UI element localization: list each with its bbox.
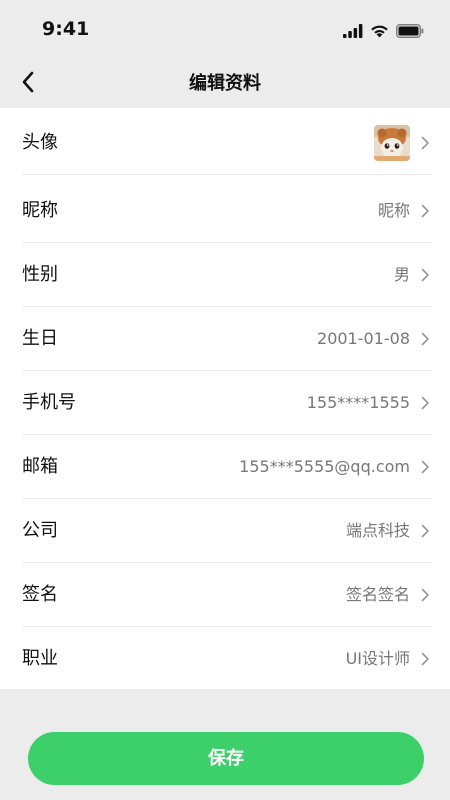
page-title: 编辑资料	[189, 73, 261, 94]
row-label: 手机号	[22, 392, 76, 413]
row-label: 昵称	[22, 200, 58, 221]
row-phone[interactable]: 手机号 155****1555	[0, 371, 450, 435]
row-value: 155****1555	[306, 393, 410, 412]
nav-bar: 编辑资料	[0, 56, 450, 108]
row-value: 端点科技	[345, 521, 410, 540]
row-label: 生日	[22, 328, 58, 349]
row-email[interactable]: 邮箱 155***5555@qq.com	[0, 435, 450, 499]
chevron-right-icon	[421, 268, 429, 282]
row-value: 155***5555@qq.com	[239, 457, 410, 476]
row-label: 签名	[22, 584, 58, 605]
row-gender[interactable]: 性别 男	[0, 243, 450, 307]
row-label: 公司	[22, 520, 58, 541]
status-bar: 9:41	[0, 0, 450, 56]
row-value: 签名签名	[345, 585, 410, 604]
signal-icon	[343, 24, 363, 38]
row-occupation[interactable]: 职业 UI设计师	[0, 627, 450, 691]
chevron-right-icon	[421, 332, 429, 346]
chevron-right-icon	[421, 524, 429, 538]
battery-icon	[396, 24, 424, 38]
chevron-right-icon	[421, 652, 429, 666]
status-icons	[343, 20, 424, 38]
divider	[22, 174, 432, 175]
row-nickname[interactable]: 昵称 昵称	[0, 179, 450, 243]
save-button[interactable]: 保存	[28, 732, 424, 785]
chevron-right-icon	[421, 204, 429, 218]
chevron-right-icon	[421, 460, 429, 474]
status-time: 9:41	[42, 18, 90, 40]
profile-form-list: 头像 昵称 昵称 性别 男 生日 2001-01-08 手机号 155****1…	[0, 108, 450, 689]
row-value: 昵称	[377, 201, 410, 220]
wifi-icon	[371, 25, 388, 38]
row-value: 男	[393, 265, 410, 284]
row-signature[interactable]: 签名 签名签名	[0, 563, 450, 627]
chevron-right-icon	[421, 136, 429, 150]
row-label: 性别	[22, 264, 58, 285]
row-birthday[interactable]: 生日 2001-01-08	[0, 307, 450, 371]
avatar-image	[374, 125, 410, 161]
row-label: 头像	[22, 132, 58, 153]
row-value: UI设计师	[345, 649, 410, 668]
chevron-right-icon	[421, 396, 429, 410]
chevron-right-icon	[421, 588, 429, 602]
row-company[interactable]: 公司 端点科技	[0, 499, 450, 563]
avatar[interactable]	[374, 125, 410, 161]
row-value: 2001-01-08	[317, 329, 410, 348]
row-label: 职业	[22, 648, 58, 669]
row-label: 邮箱	[22, 456, 58, 477]
